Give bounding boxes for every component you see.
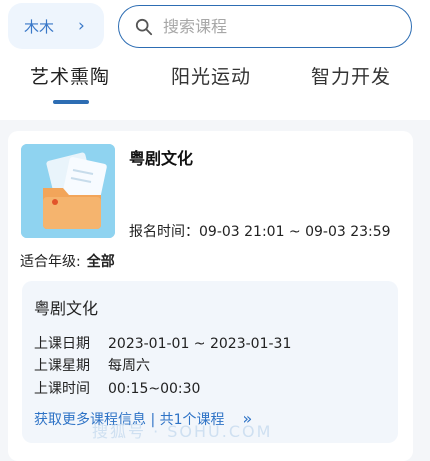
- tab-sports[interactable]: 阳光运动: [171, 62, 251, 89]
- class-time-label: 上课时间: [34, 381, 90, 397]
- search-bar[interactable]: [118, 5, 412, 48]
- class-date-value: 2023-01-01 ~ 2023-01-31: [108, 336, 292, 352]
- grade-label: 适合年级:: [20, 254, 81, 270]
- student-selector[interactable]: 木木 ›: [8, 3, 104, 49]
- enroll-time-label: 报名时间：: [129, 224, 199, 240]
- course-title: 粤剧文化: [129, 149, 194, 168]
- active-tab-indicator: [53, 100, 89, 104]
- class-weekday-value: 每周六: [108, 358, 150, 374]
- suitable-grade: 适合年级: 全部: [20, 251, 115, 271]
- enroll-time: 报名时间：09-03 21:01 ~ 09-03 23:59: [129, 221, 391, 241]
- student-name: 木木: [24, 17, 55, 36]
- class-time-value: 00:15~00:30: [108, 381, 201, 397]
- watermark: 搜狐号 · SOHU.COM: [92, 422, 273, 441]
- folder-icon: [21, 144, 115, 238]
- enroll-time-value: 09-03 21:01 ~ 09-03 23:59: [199, 224, 391, 240]
- class-weekday-row: 上课星期 每周六: [34, 355, 150, 375]
- tab-art[interactable]: 艺术熏陶: [30, 62, 110, 89]
- search-icon: [135, 18, 153, 35]
- chevron-right-icon: ›: [78, 16, 85, 36]
- class-date-row: 上课日期 2023-01-01 ~ 2023-01-31: [34, 333, 291, 353]
- course-card[interactable]: 粤剧文化 报名时间：09-03 21:01 ~ 09-03 23:59 适合年级…: [8, 131, 413, 461]
- class-date-label: 上课日期: [34, 336, 90, 352]
- class-weekday-label: 上课星期: [34, 358, 90, 374]
- class-time-row: 上课时间 00:15~00:30: [34, 378, 200, 398]
- class-name: 粤剧文化: [34, 299, 99, 318]
- grade-value: 全部: [86, 254, 115, 270]
- category-tabs: 艺术熏陶 阳光运动 智力开发: [0, 62, 430, 102]
- search-input[interactable]: [161, 16, 385, 37]
- tab-intellect[interactable]: 智力开发: [311, 62, 391, 89]
- header: 木木 › 艺术熏陶 阳光运动 智力开发: [0, 0, 430, 120]
